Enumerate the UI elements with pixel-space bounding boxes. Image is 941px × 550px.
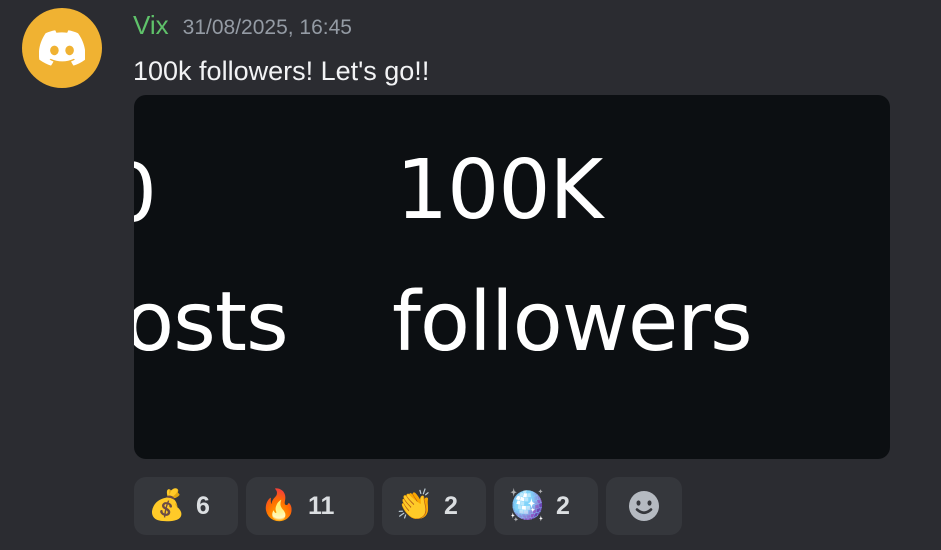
reactions-bar: 💰 6 🔥 11 👏 2 🪩 2	[134, 477, 682, 535]
mirror-ball-icon: 🪩	[508, 489, 546, 522]
user-avatar[interactable]	[22, 8, 102, 88]
reaction-mirror-ball[interactable]: 🪩 2	[494, 477, 598, 535]
reaction-count: 2	[444, 491, 458, 520]
username[interactable]: Vix	[133, 10, 169, 41]
add-reaction-smiley-icon	[629, 491, 659, 521]
timestamp: 31/08/2025, 16:45	[182, 16, 352, 39]
clapping-hands-icon: 👏	[396, 489, 434, 522]
reaction-count: 2	[556, 491, 570, 520]
reaction-money-bag[interactable]: 💰 6	[134, 477, 238, 535]
image-followers-label: followers	[392, 275, 753, 370]
reaction-fire[interactable]: 🔥 11	[246, 477, 374, 535]
message-text: 100k followers! Let's go!!	[133, 56, 430, 86]
reaction-clapping-hands[interactable]: 👏 2	[382, 477, 486, 535]
image-partial-number: 0	[134, 147, 157, 240]
reaction-count: 11	[308, 491, 335, 520]
chat-message: Vix 31/08/2025, 16:45 100k followers! Le…	[0, 0, 941, 550]
attached-image[interactable]: 0 100K osts followers	[134, 95, 890, 459]
fire-icon: 🔥	[260, 489, 298, 522]
image-follower-count: 100K	[396, 143, 603, 238]
add-reaction-button[interactable]	[606, 477, 682, 535]
image-partial-label: osts	[134, 275, 289, 370]
discord-logo-icon	[39, 30, 85, 66]
reaction-count: 6	[196, 491, 210, 520]
message-header: Vix 31/08/2025, 16:45	[133, 10, 352, 41]
money-bag-icon: 💰	[148, 489, 186, 522]
